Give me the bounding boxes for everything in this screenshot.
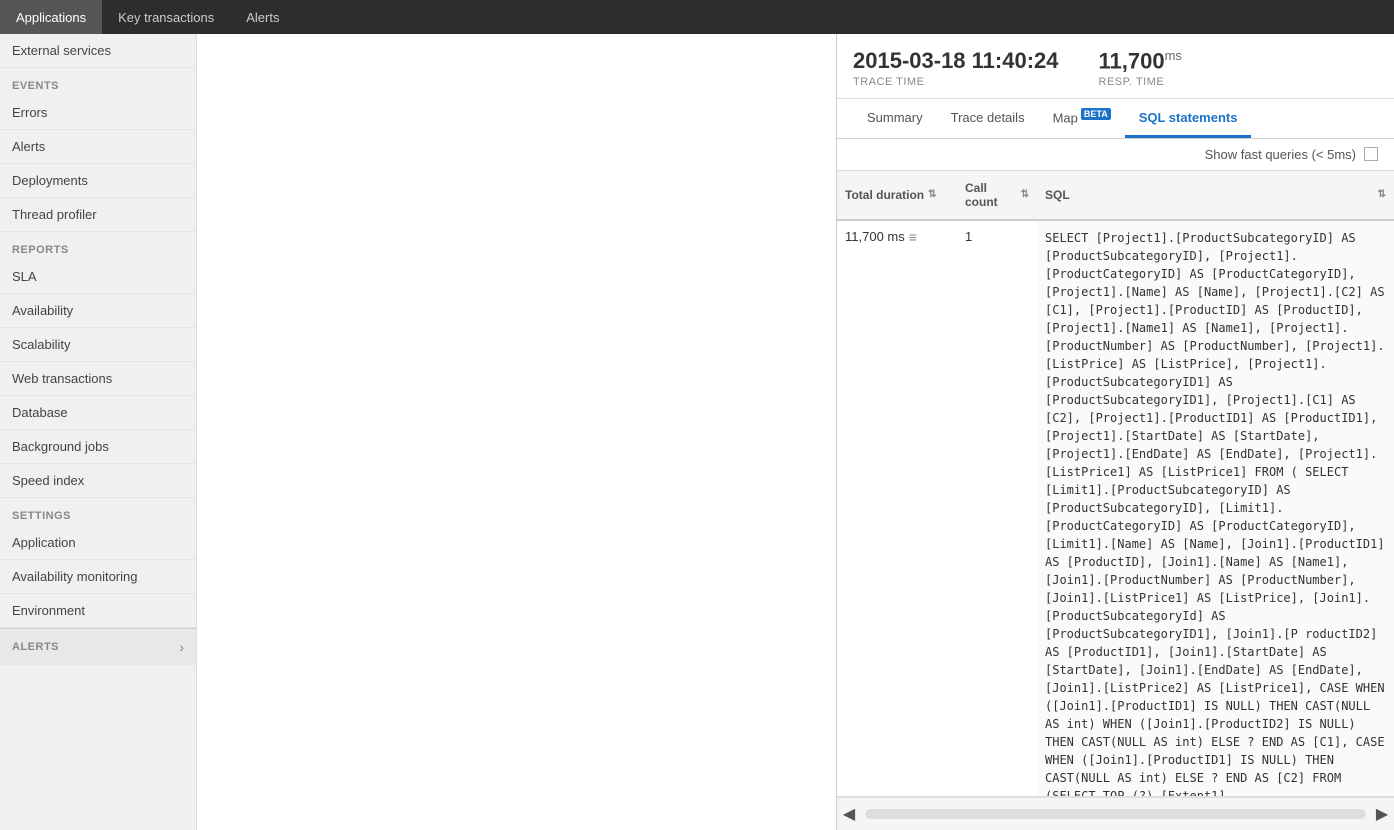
settings-section-label: SETTINGS [0,498,196,526]
sidebar-item-availability-monitoring[interactable]: Availability monitoring [0,560,196,594]
sql-row-callcount: 1 [957,221,1037,796]
beta-badge: BETA [1081,108,1111,120]
sort-icon-callcount: ⇅ [1021,189,1029,200]
sidebar-item-availability[interactable]: Availability [0,294,196,328]
resp-time-item: 11,700ms RESP. TIME [1099,48,1182,88]
resp-time-value: 11,700ms [1099,48,1182,74]
nav-item-alerts[interactable]: Alerts [230,0,295,34]
th-sql[interactable]: SQL ⇅ [1037,177,1394,213]
resp-time-label: RESP. TIME [1099,76,1182,88]
th-total-duration[interactable]: Total duration ⇅ [837,177,957,213]
show-fast-queries-checkbox[interactable] [1364,147,1378,161]
sidebar-item-database[interactable]: Database [0,396,196,430]
sidebar-item-deployments[interactable]: Deployments [0,164,196,198]
sidebar-item-speed-index[interactable]: Speed index [0,464,196,498]
tab-map[interactable]: MapBETA [1039,99,1125,138]
events-section-label: EVENTS [0,68,196,96]
th-call-count[interactable]: Call count ⇅ [957,177,1037,213]
sidebar-item-sla[interactable]: SLA [0,260,196,294]
trace-time-label: TRACE TIME [853,76,1059,88]
filter-bar: Show fast queries (< 5ms) [837,139,1394,171]
sql-duration-value: 11,700 ms [845,229,905,244]
sidebar-item-scalability[interactable]: Scalability [0,328,196,362]
sidebar-item-background-jobs[interactable]: Background jobs [0,430,196,464]
tab-sql-statements[interactable]: SQL statements [1125,100,1252,138]
scroll-bar-area: ◀ ▶ [837,797,1394,830]
sidebar-item-external-services[interactable]: External services [0,34,196,68]
sql-content: SELECT [Project1].[ProductSubcategoryID]… [1045,231,1385,796]
right-panel: 2015-03-18 11:40:24 TRACE TIME 11,700ms … [837,34,1394,830]
scroll-track[interactable] [865,809,1366,819]
sql-table: Total duration ⇅ Call count ⇅ SQL ⇅ [837,171,1394,797]
sql-row-text: SELECT [Project1].[ProductSubcategoryID]… [1037,221,1394,796]
sidebar: External services EVENTS Errors Alerts D… [0,34,197,830]
sidebar-item-errors[interactable]: Errors [0,96,196,130]
sidebar-item-thread-profiler[interactable]: Thread profiler [0,198,196,232]
alerts-section-label: ALERTS [12,641,59,653]
alerts-section[interactable]: ALERTS › [0,628,196,665]
sidebar-item-application[interactable]: Application [0,526,196,560]
sql-row-duration: 11,700 ms ≡ [837,221,957,796]
sidebar-item-environment[interactable]: Environment [0,594,196,628]
tabs-bar: Summary Trace details MapBETA SQL statem… [837,99,1394,138]
sort-icon-duration: ⇅ [928,189,936,200]
scroll-left-arrow[interactable]: ◀ [837,802,861,826]
table-row: 11,700 ms ≡ 1 SELECT [Project1].[Product… [837,221,1394,797]
sql-row-icon: ≡ [909,229,917,245]
tab-trace-details[interactable]: Trace details [937,100,1039,138]
filter-label: Show fast queries (< 5ms) [1205,147,1356,162]
nav-item-key-transactions[interactable]: Key transactions [102,0,230,34]
scroll-right-arrow[interactable]: ▶ [1370,802,1394,826]
trace-header: 2015-03-18 11:40:24 TRACE TIME 11,700ms … [837,34,1394,99]
tab-summary[interactable]: Summary [853,100,937,138]
nav-item-applications[interactable]: Applications [0,0,102,34]
top-nav: Applications Key transactions Alerts [0,0,1394,34]
main-layout: External services EVENTS Errors Alerts D… [0,34,1394,830]
alerts-expand-icon: › [179,639,184,655]
trace-datetime: 2015-03-18 11:40:24 [853,48,1059,74]
table-header: Total duration ⇅ Call count ⇅ SQL ⇅ [837,171,1394,221]
sidebar-item-alerts[interactable]: Alerts [0,130,196,164]
left-panel [197,34,837,830]
sidebar-item-web-transactions[interactable]: Web transactions [0,362,196,396]
trace-time-item: 2015-03-18 11:40:24 TRACE TIME [853,48,1059,88]
content-area: 2015-03-18 11:40:24 TRACE TIME 11,700ms … [197,34,1394,830]
sort-icon-sql: ⇅ [1378,189,1386,200]
reports-section-label: REPORTS [0,232,196,260]
